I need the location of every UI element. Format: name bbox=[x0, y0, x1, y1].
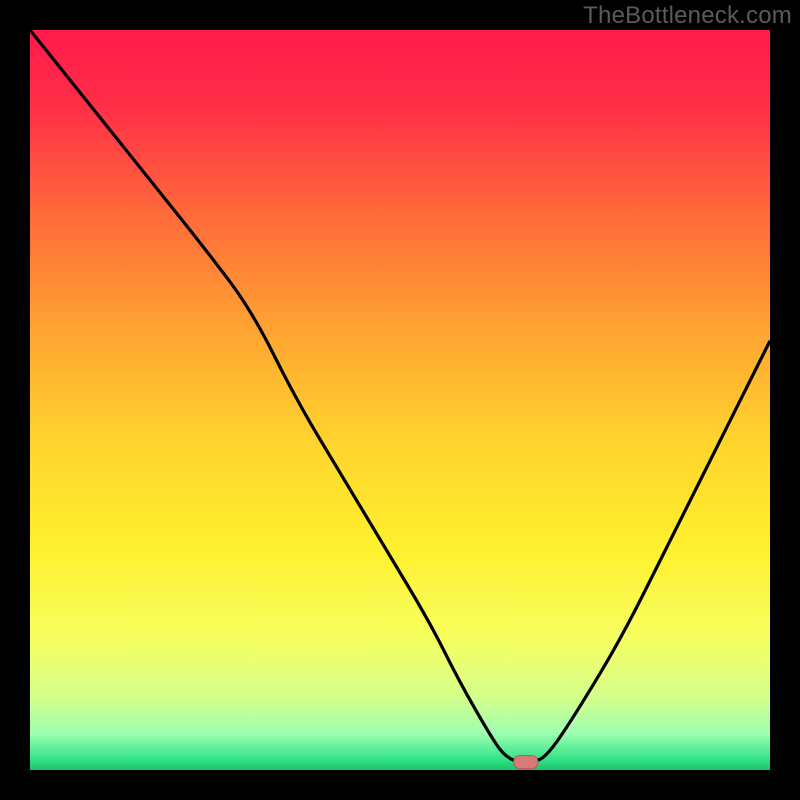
gradient-background bbox=[30, 30, 770, 770]
optimum-marker bbox=[514, 756, 538, 769]
plot-area bbox=[30, 30, 770, 770]
watermark-text: TheBottleneck.com bbox=[583, 2, 792, 30]
bottleneck-chart bbox=[30, 30, 770, 770]
chart-frame: TheBottleneck.com bbox=[0, 0, 800, 800]
